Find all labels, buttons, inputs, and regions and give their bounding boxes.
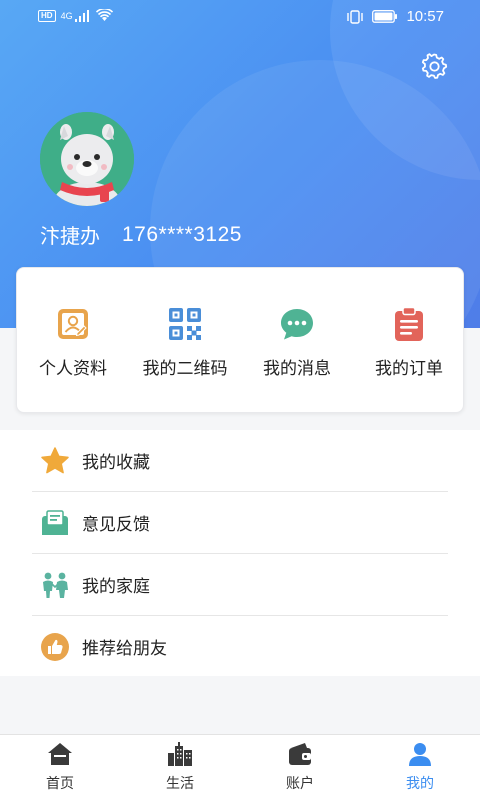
settings-button[interactable] <box>420 52 448 80</box>
hd-badge: HD <box>38 9 56 22</box>
profile-card-icon <box>58 309 88 339</box>
quick-action-qr-code[interactable]: 我的二维码 <box>129 306 241 379</box>
home-icon <box>48 743 72 765</box>
menu-item-feedback[interactable]: 意见反馈 <box>32 492 448 553</box>
bear-avatar-icon <box>40 112 134 206</box>
feedback-envelope-icon <box>42 509 68 535</box>
quick-actions-card: 个人资料 我的二维码 我的消息 我的订单 <box>16 267 464 413</box>
quick-action-profile[interactable]: 个人资料 <box>17 306 129 379</box>
menu-item-label: 意见反馈 <box>82 515 150 535</box>
wifi-icon <box>95 9 113 21</box>
clock: 10:57 <box>406 8 444 25</box>
person-icon <box>409 743 431 766</box>
phone-number: 176****3125 <box>122 222 242 246</box>
quick-action-label: 我的消息 <box>263 359 331 379</box>
quick-action-label: 我的二维码 <box>142 359 228 379</box>
tab-label: 首页 <box>46 776 74 792</box>
tab-label: 生活 <box>166 776 194 792</box>
quick-action-messages[interactable]: 我的消息 <box>241 306 353 379</box>
menu-item-label: 我的收藏 <box>82 453 150 473</box>
signal-icon <box>74 9 89 22</box>
tab-life[interactable]: 生活 <box>120 741 240 793</box>
username: 汴捷办 <box>40 224 100 248</box>
star-icon <box>41 446 69 473</box>
qr-code-icon <box>169 308 201 340</box>
vibrate-icon <box>347 9 364 24</box>
menu-item-recommend[interactable]: 推荐给朋友 <box>32 616 448 677</box>
chat-bubble-icon <box>281 309 313 340</box>
tab-mine[interactable]: 我的 <box>360 741 480 793</box>
bottom-tab-bar: 首页 生活 账户 我的 <box>0 734 480 800</box>
tab-label: 账户 <box>286 776 314 792</box>
menu-item-label: 推荐给朋友 <box>82 639 167 659</box>
tab-account[interactable]: 账户 <box>240 741 360 793</box>
battery-icon <box>372 10 398 23</box>
wallet-icon <box>289 743 311 765</box>
thumbs-up-icon <box>41 632 69 661</box>
avatar[interactable] <box>40 112 134 206</box>
user-info: 汴捷办 176****3125 <box>40 220 242 249</box>
status-bar: HD 4G 10:57 <box>0 0 480 36</box>
quick-action-label: 我的订单 <box>375 359 443 379</box>
tab-home[interactable]: 首页 <box>0 741 120 793</box>
family-icon <box>43 572 68 598</box>
menu-item-family[interactable]: 我的家庭 <box>32 554 448 615</box>
quick-action-label: 个人资料 <box>39 359 107 379</box>
quick-action-orders[interactable]: 我的订单 <box>353 306 465 379</box>
menu-item-label: 我的家庭 <box>82 577 150 597</box>
city-icon <box>168 742 192 766</box>
menu-item-favorites[interactable]: 我的收藏 <box>32 430 448 491</box>
network-label: 4G <box>60 10 73 21</box>
tab-label: 我的 <box>406 776 434 792</box>
menu-list: 我的收藏 意见反馈 我的家庭 推荐给朋友 <box>0 430 480 676</box>
clipboard-icon <box>395 306 423 341</box>
gear-icon <box>421 53 448 79</box>
